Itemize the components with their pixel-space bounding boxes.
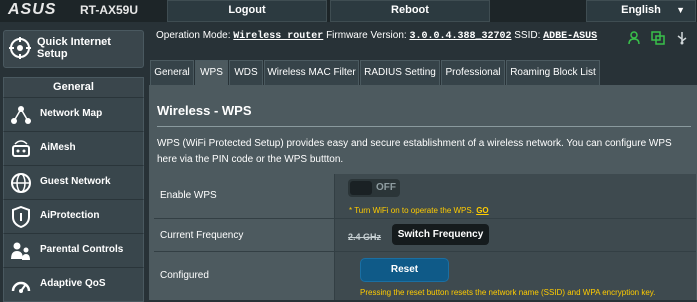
current-frequency-label: Current Frequency: [160, 230, 244, 241]
toggle-state-label: OFF: [376, 182, 396, 193]
title-divider: [157, 126, 691, 127]
adaptive-qos-icon: [11, 281, 31, 293]
enable-wps-note-text: * Turn WiFi on to operate the WPS.: [349, 206, 474, 215]
tab-roaming-block-list[interactable]: Roaming Block List: [506, 60, 600, 85]
quick-setup-icon: [9, 37, 31, 59]
row-value-cell: 2.4 GHz Switch Frequency: [335, 219, 696, 251]
reboot-button[interactable]: Reboot: [330, 0, 490, 22]
current-frequency-value: 2.4 GHz: [348, 232, 382, 242]
enable-wps-label: Enable WPS: [160, 190, 217, 201]
go-link[interactable]: GO: [476, 206, 488, 215]
language-select[interactable]: English ▼: [586, 0, 696, 22]
aiprotection-icon: [12, 206, 30, 228]
sidebar-item-parental-controls[interactable]: Parental Controls: [3, 233, 144, 268]
table-row-enable-wps: Enable WPS OFF * Turn WiFi on to operate…: [154, 174, 696, 219]
logout-button[interactable]: Logout: [167, 0, 327, 22]
top-bar: ASUS RT-AX59U Logout Reboot English ▼: [0, 0, 697, 22]
general-section-header: General: [3, 77, 144, 98]
brand-logo: ASUS: [8, 1, 57, 18]
usb-icon[interactable]: [675, 31, 689, 45]
firmware-link[interactable]: 3.0.0.4.388_32702: [409, 31, 511, 42]
quick-setup-label: Quick Internet Setup: [37, 36, 111, 60]
user-status-icon[interactable]: [628, 31, 642, 45]
sidebar-item-network-map[interactable]: Network Map: [3, 97, 144, 132]
tab-wps[interactable]: WPS: [195, 60, 228, 85]
sidebar-item-label: AiProtection: [40, 210, 100, 221]
tab-radius-setting[interactable]: RADIUS Setting: [360, 60, 440, 85]
row-label-cell: Configured: [154, 252, 335, 300]
sidebar-item-aiprotection[interactable]: AiProtection: [3, 199, 144, 234]
quick-internet-setup-button[interactable]: Quick Internet Setup: [3, 30, 144, 68]
tab-professional[interactable]: Professional: [441, 60, 505, 85]
sidebar-item-adaptive-qos[interactable]: Adaptive QoS: [3, 267, 144, 302]
aimesh-icon: [12, 140, 30, 157]
switch-frequency-button[interactable]: Switch Frequency: [392, 224, 489, 245]
ssid-link[interactable]: ADBE-ASUS: [543, 31, 597, 42]
sidebar: Quick Internet Setup General Network Map…: [0, 22, 148, 302]
toggle-knob: [350, 181, 372, 195]
row-label-cell: Current Frequency: [154, 219, 335, 251]
model-name: RT-AX59U: [80, 3, 139, 17]
chevron-down-icon: ▼: [676, 5, 685, 15]
tab-general[interactable]: General: [150, 60, 194, 85]
enable-wps-note: * Turn WiFi on to operate the WPS. GO: [349, 206, 489, 215]
sidebar-item-label: Network Map: [40, 108, 103, 119]
parental-controls-icon: [11, 242, 30, 260]
content-panel: Wireless - WPS WPS (WiFi Protected Setup…: [149, 85, 697, 300]
sidebar-item-label: Parental Controls: [40, 244, 124, 255]
enable-wps-toggle[interactable]: OFF: [348, 179, 400, 197]
sidebar-item-label: Guest Network: [40, 176, 111, 187]
sidebar-item-guest-network[interactable]: Guest Network: [3, 165, 144, 200]
sidebar-item-label: Adaptive QoS: [40, 278, 106, 289]
language-label: English: [621, 4, 661, 16]
reset-button[interactable]: Reset: [360, 258, 449, 282]
configured-label: Configured: [160, 270, 209, 281]
network-map-icon: [11, 106, 31, 124]
sidebar-item-label: AiMesh: [40, 142, 76, 153]
quick-setup-line2: Setup: [37, 48, 68, 60]
sidebar-item-aimesh[interactable]: AiMesh: [3, 131, 144, 166]
quick-setup-line1: Quick Internet: [37, 36, 111, 48]
tab-wds[interactable]: WDS: [229, 60, 263, 85]
ssid-label: SSID:: [514, 30, 541, 41]
row-label-cell: Enable WPS: [154, 174, 335, 218]
reset-note: Pressing the reset button resets the net…: [360, 288, 656, 297]
row-value-cell: Reset Pressing the reset button resets t…: [335, 252, 696, 300]
operation-mode-link[interactable]: Wireless router: [233, 31, 323, 42]
page-description: WPS (WiFi Protected Setup) provides easy…: [157, 138, 672, 165]
operation-mode-label: Operation Mode:: [156, 30, 231, 41]
copy-status-icon[interactable]: [651, 31, 665, 45]
row-value-cell: OFF * Turn WiFi on to operate the WPS. G…: [335, 174, 696, 218]
guest-network-icon: [11, 173, 31, 193]
status-info-line: Operation Mode: Wireless router Firmware…: [156, 30, 597, 42]
firmware-label: Firmware Version:: [326, 30, 407, 41]
page-title: Wireless - WPS: [157, 103, 252, 118]
table-row-configured: Configured Reset Pressing the reset butt…: [154, 252, 696, 300]
settings-table: Enable WPS OFF * Turn WiFi on to operate…: [154, 174, 696, 300]
table-row-current-frequency: Current Frequency 2.4 GHz Switch Frequen…: [154, 219, 696, 252]
tab-wireless-mac-filter[interactable]: Wireless MAC Filter: [264, 60, 359, 85]
